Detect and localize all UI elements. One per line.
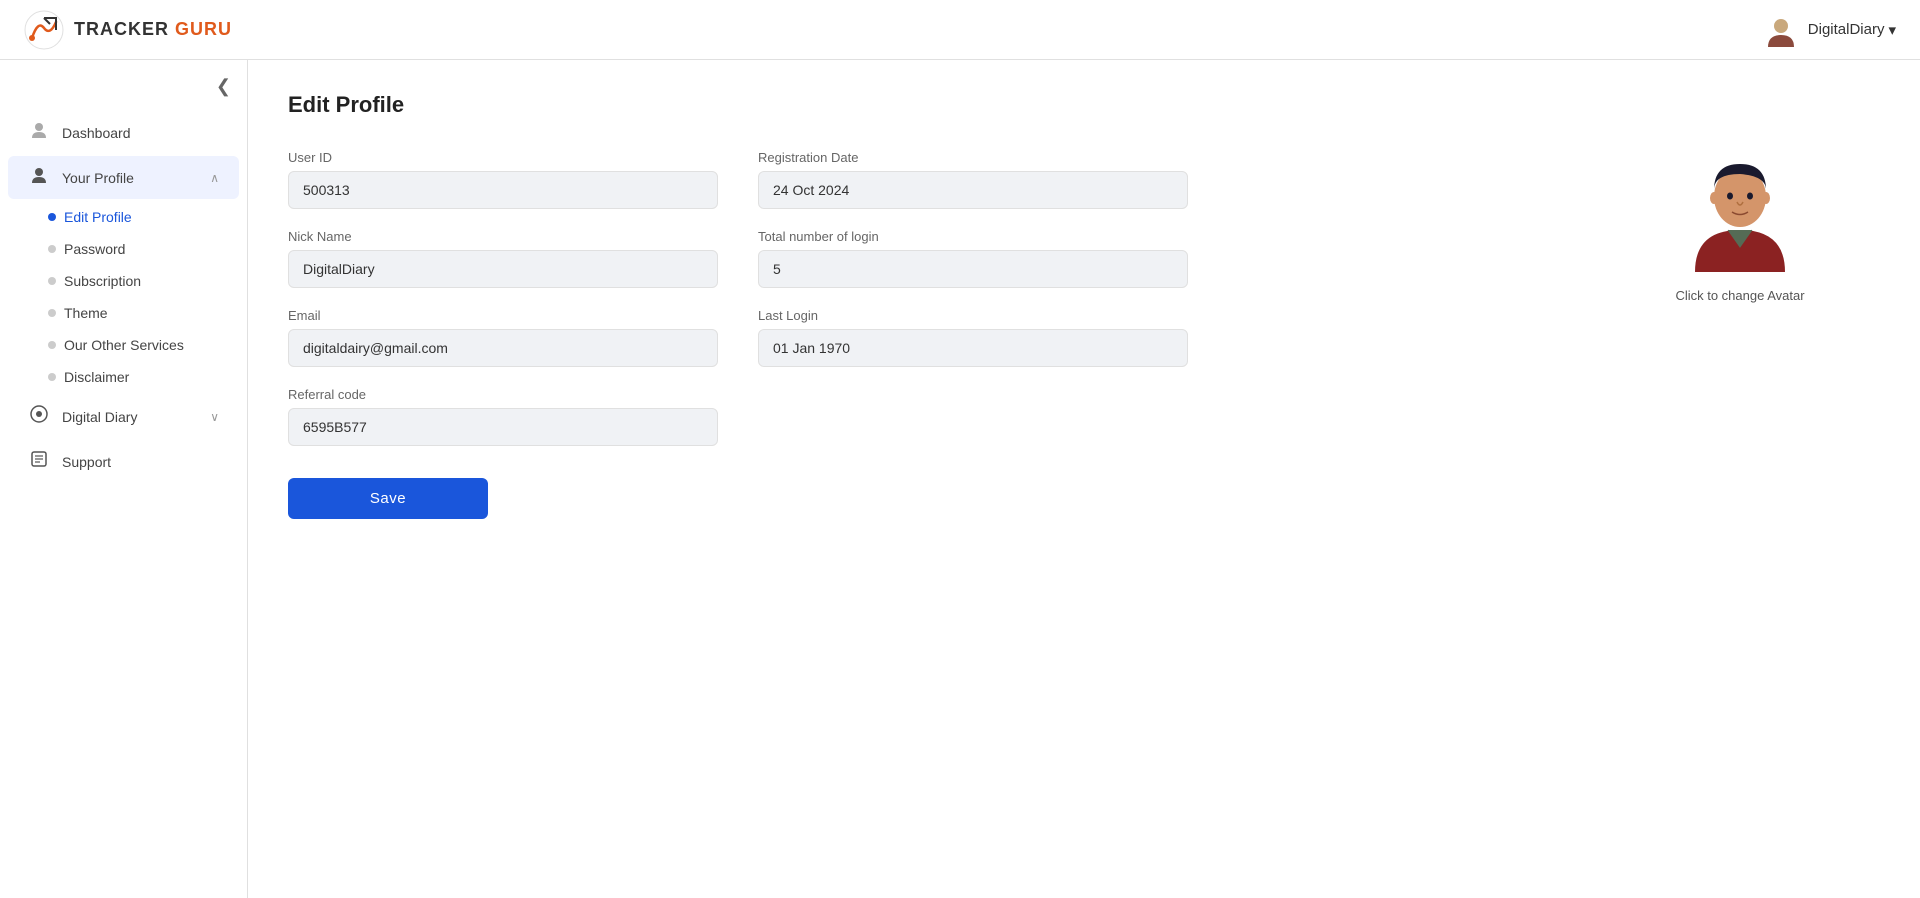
sidebar-item-support-label: Support [62, 454, 219, 470]
support-icon [28, 450, 50, 473]
layout: ❮ Dashboard Your Profile ∧ [0, 60, 1920, 898]
last-login-input[interactable] [758, 329, 1188, 367]
avatar-caption: Click to change Avatar [1675, 288, 1804, 303]
email-input[interactable] [288, 329, 718, 367]
dashboard-icon [28, 121, 50, 144]
logo-icon [24, 10, 64, 50]
registration-date-group: Registration Date [758, 150, 1188, 209]
referral-code-group: Referral code [288, 387, 718, 446]
sidebar-item-password[interactable]: Password [20, 233, 247, 265]
user-menu[interactable]: DigitalDiary ▾ [1808, 21, 1896, 39]
registration-date-label: Registration Date [758, 150, 1188, 165]
sidebar-item-subscription[interactable]: Subscription [20, 265, 247, 297]
theme-label: Theme [64, 305, 108, 321]
last-login-label: Last Login [758, 308, 1188, 323]
total-logins-group: Total number of login [758, 229, 1188, 288]
total-logins-label: Total number of login [758, 229, 1188, 244]
content-main: Edit Profile User ID Registration Date [288, 92, 1620, 519]
registration-date-input[interactable] [758, 171, 1188, 209]
save-button[interactable]: Save [288, 478, 488, 519]
header: TRACKER GURU DigitalDiary ▾ [0, 0, 1920, 60]
email-group: Email [288, 308, 718, 367]
sidebar-item-your-profile[interactable]: Your Profile ∧ [8, 156, 239, 199]
user-id-label: User ID [288, 150, 718, 165]
subscription-label: Subscription [64, 273, 141, 289]
digital-diary-chevron-icon: ∨ [210, 410, 219, 424]
edit-profile-form: User ID Registration Date Nick Name [288, 150, 1188, 446]
referral-code-label: Referral code [288, 387, 718, 402]
sidebar-collapse-button[interactable]: ❮ [0, 76, 247, 109]
avatar-panel: Click to change Avatar [1620, 92, 1880, 519]
total-logins-input[interactable] [758, 250, 1188, 288]
user-id-input[interactable] [288, 171, 718, 209]
edit-profile-bullet [48, 213, 56, 221]
other-services-label: Our Other Services [64, 337, 184, 353]
main-content: Edit Profile User ID Registration Date [248, 60, 1920, 898]
avatar-image[interactable] [1680, 152, 1800, 272]
password-label: Password [64, 241, 125, 257]
sidebar-item-digital-diary[interactable]: Digital Diary ∨ [8, 395, 239, 438]
sidebar-item-dashboard[interactable]: Dashboard [8, 111, 239, 154]
digital-diary-icon [28, 405, 50, 428]
sidebar-item-other-services[interactable]: Our Other Services [20, 329, 247, 361]
sidebar-item-digital-diary-label: Digital Diary [62, 409, 198, 425]
logo: TRACKER GURU [24, 10, 232, 50]
email-label: Email [288, 308, 718, 323]
password-bullet [48, 245, 56, 253]
user-id-group: User ID [288, 150, 718, 209]
sidebar: ❮ Dashboard Your Profile ∧ [0, 60, 248, 898]
nick-name-group: Nick Name [288, 229, 718, 288]
disclaimer-bullet [48, 373, 56, 381]
sidebar-item-dashboard-label: Dashboard [62, 125, 219, 141]
edit-profile-label: Edit Profile [64, 209, 132, 225]
other-services-bullet [48, 341, 56, 349]
your-profile-submenu: Edit Profile Password Subscription Theme… [0, 201, 247, 393]
your-profile-icon [28, 166, 50, 189]
disclaimer-label: Disclaimer [64, 369, 129, 385]
sidebar-item-theme[interactable]: Theme [20, 297, 247, 329]
header-right: DigitalDiary ▾ [1764, 13, 1896, 47]
nick-name-input[interactable] [288, 250, 718, 288]
theme-bullet [48, 309, 56, 317]
sidebar-item-support[interactable]: Support [8, 440, 239, 483]
nick-name-label: Nick Name [288, 229, 718, 244]
page-title: Edit Profile [288, 92, 1620, 118]
content-with-avatar: Edit Profile User ID Registration Date [288, 92, 1880, 519]
last-login-group: Last Login [758, 308, 1188, 367]
sidebar-item-edit-profile[interactable]: Edit Profile [20, 201, 247, 233]
logo-text: TRACKER GURU [74, 19, 232, 40]
subscription-bullet [48, 277, 56, 285]
header-avatar-icon [1764, 13, 1798, 47]
sidebar-item-disclaimer[interactable]: Disclaimer [20, 361, 247, 393]
sidebar-item-your-profile-label: Your Profile [62, 170, 198, 186]
user-menu-label: DigitalDiary [1808, 21, 1885, 38]
your-profile-chevron-icon: ∧ [210, 171, 219, 185]
referral-code-input[interactable] [288, 408, 718, 446]
chevron-down-icon: ▾ [1888, 21, 1896, 39]
